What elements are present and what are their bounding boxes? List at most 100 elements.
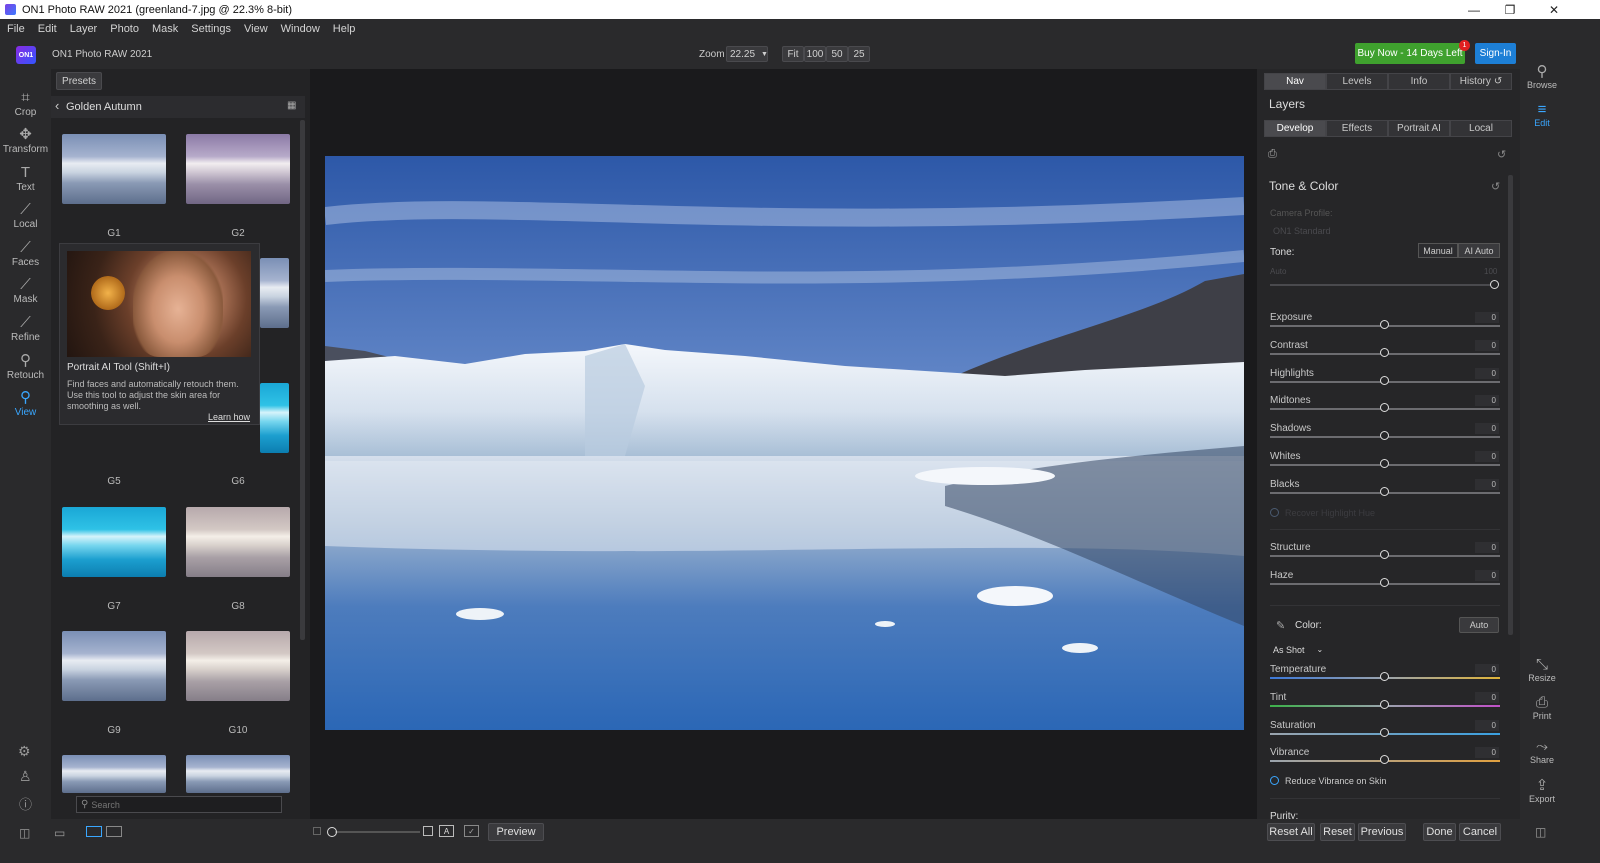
slider-knob-tone-1[interactable] [1380, 347, 1389, 357]
slider-value-tone-2[interactable]: 0 [1475, 367, 1499, 379]
tool-retouch[interactable]: ⚲ Retouch [0, 352, 51, 381]
module-export[interactable]: ⇪ Export [1520, 776, 1564, 804]
menu-file[interactable]: File [7, 23, 25, 35]
preset-thumb-g4[interactable] [260, 258, 289, 328]
slider-knob-tone-0[interactable] [1380, 320, 1389, 329]
preset-thumb-g11[interactable] [62, 755, 166, 793]
thumb-size-track[interactable] [335, 831, 420, 833]
auto-amount-knob[interactable] [1490, 280, 1499, 289]
slider-value-tone-5[interactable]: 0 [1475, 451, 1499, 462]
zoom-50-button[interactable]: 50 [826, 46, 848, 62]
menu-photo[interactable]: Photo [110, 23, 139, 35]
zoom-fit-button[interactable]: Fit [782, 46, 804, 62]
minimize-button[interactable]: — [1456, 0, 1492, 19]
grid-view-icon[interactable]: ▦ [287, 100, 296, 111]
sign-in-button[interactable]: Sign-In [1475, 43, 1516, 64]
section-title[interactable]: Tone & Color [1269, 179, 1338, 193]
menu-window[interactable]: Window [281, 23, 320, 35]
slider-knob-color-0[interactable] [1380, 672, 1389, 681]
tone-ai-auto-button[interactable]: AI Auto [1458, 243, 1500, 258]
preset-search-field[interactable]: ⚲ [76, 796, 282, 813]
presets-tab[interactable]: Presets [56, 72, 102, 90]
preset-thumb-g12[interactable] [186, 755, 290, 793]
eyedropper-icon[interactable]: ✎ [1276, 619, 1285, 632]
save-preset-icon[interactable]: ⎙ [1268, 148, 1277, 161]
tab-develop[interactable]: Develop [1264, 120, 1326, 137]
slider-knob-color-1[interactable] [1380, 699, 1389, 709]
zoom-100-button[interactable]: 100 [804, 46, 826, 62]
menu-edit[interactable]: Edit [38, 23, 57, 35]
learn-how-link[interactable]: Learn how [208, 412, 250, 422]
module-edit[interactable]: ≡ Edit [1520, 101, 1564, 128]
right-panel-toggle-icon[interactable]: ◫ [1535, 825, 1546, 839]
checkmark-icon[interactable]: ✓ [464, 825, 479, 837]
module-share[interactable]: ⤳ Share [1520, 738, 1564, 765]
previous-button[interactable]: Previous [1358, 823, 1406, 841]
slider-value-color-1[interactable]: 0 [1475, 691, 1499, 703]
preset-thumb-g8[interactable] [186, 507, 290, 577]
slider-knob-tone-2[interactable] [1380, 375, 1389, 385]
reset-section-icon[interactable]: ↺ [1491, 180, 1500, 193]
slider-value-color-3[interactable]: 0 [1475, 747, 1499, 759]
done-button[interactable]: Done [1423, 823, 1456, 841]
menu-layer[interactable]: Layer [70, 23, 98, 35]
white-balance-select[interactable]: As Shot ⌄ [1273, 643, 1337, 656]
preset-thumb-g2[interactable] [186, 134, 290, 204]
preset-thumb-g10[interactable] [186, 631, 290, 701]
settings-icon[interactable]: ⚙ [18, 743, 31, 760]
slider-value-detail-0[interactable]: 0 [1475, 542, 1499, 553]
thumb-size-knob[interactable] [327, 827, 337, 837]
compare-view-icon[interactable] [106, 826, 122, 837]
maximize-button[interactable]: ❐ [1492, 0, 1528, 19]
tab-levels[interactable]: Levels [1326, 73, 1388, 90]
tool-faces[interactable]: ⟋ Faces [0, 239, 51, 268]
slider-value-tone-0[interactable]: 0 [1475, 312, 1499, 323]
layers-label[interactable]: Layers [1269, 97, 1305, 111]
slider-value-tone-3[interactable]: 0 [1475, 395, 1499, 407]
reset-button[interactable]: Reset [1320, 823, 1355, 841]
buy-now-button[interactable]: Buy Now - 14 Days Left [1355, 43, 1465, 64]
slider-knob-detail-1[interactable] [1380, 577, 1389, 587]
zoom-select[interactable]: 22.25 ▼ [726, 46, 768, 62]
camera-profile-value[interactable]: ON1 Standard [1273, 226, 1331, 236]
zoom-25-button[interactable]: 25 [848, 46, 870, 62]
slider-knob-tone-5[interactable] [1380, 459, 1389, 468]
tool-mask[interactable]: ⟋ Mask [0, 276, 51, 305]
preset-thumb-g1[interactable] [62, 134, 166, 204]
module-print[interactable]: ⎙ Print [1520, 694, 1564, 721]
display-icon[interactable]: ▭ [54, 826, 65, 840]
module-resize[interactable]: ⤡ Resize [1520, 656, 1564, 683]
tool-local[interactable]: ⟋ Local [0, 201, 51, 230]
auto-amount-track[interactable] [1270, 284, 1492, 286]
auto-icon[interactable]: A [439, 825, 454, 837]
panel-scrollbar[interactable] [1508, 175, 1513, 635]
preset-thumb-g6[interactable] [260, 383, 289, 453]
tool-view[interactable]: ⚲ View [0, 389, 51, 418]
menu-help[interactable]: Help [333, 23, 356, 35]
slider-value-tone-6[interactable]: 0 [1475, 478, 1499, 490]
slider-knob-color-2[interactable] [1380, 727, 1389, 737]
help-icon[interactable]: ⓘ [19, 794, 32, 813]
slider-knob-detail-0[interactable] [1380, 550, 1389, 559]
tab-history[interactable]: History ↺ [1450, 73, 1512, 90]
tool-crop[interactable]: ⌗ Crop [0, 89, 51, 118]
menu-view[interactable]: View [244, 23, 268, 35]
reset-panel-icon[interactable]: ↺ [1497, 148, 1506, 161]
tool-transform[interactable]: ✥ Transform [0, 126, 51, 155]
tab-nav[interactable]: Nav [1264, 73, 1326, 90]
slider-knob-tone-6[interactable] [1380, 486, 1389, 496]
tool-text[interactable]: T Text [0, 164, 51, 193]
preset-thumb-g7[interactable] [62, 507, 166, 577]
slider-value-tone-4[interactable]: 0 [1475, 423, 1499, 435]
color-auto-button[interactable]: Auto [1459, 617, 1499, 633]
preview-button[interactable]: Preview [488, 823, 544, 841]
slider-value-color-0[interactable]: 0 [1475, 664, 1499, 675]
tone-manual-button[interactable]: Manual [1418, 243, 1458, 258]
menu-mask[interactable]: Mask [152, 23, 178, 35]
search-input[interactable] [91, 799, 272, 810]
module-browse[interactable]: ⚲ Browse [1520, 62, 1564, 90]
user-icon[interactable]: ♙ [19, 768, 32, 785]
menu-settings[interactable]: Settings [191, 23, 231, 35]
close-button[interactable]: ✕ [1536, 0, 1572, 19]
cancel-button[interactable]: Cancel [1459, 823, 1501, 841]
